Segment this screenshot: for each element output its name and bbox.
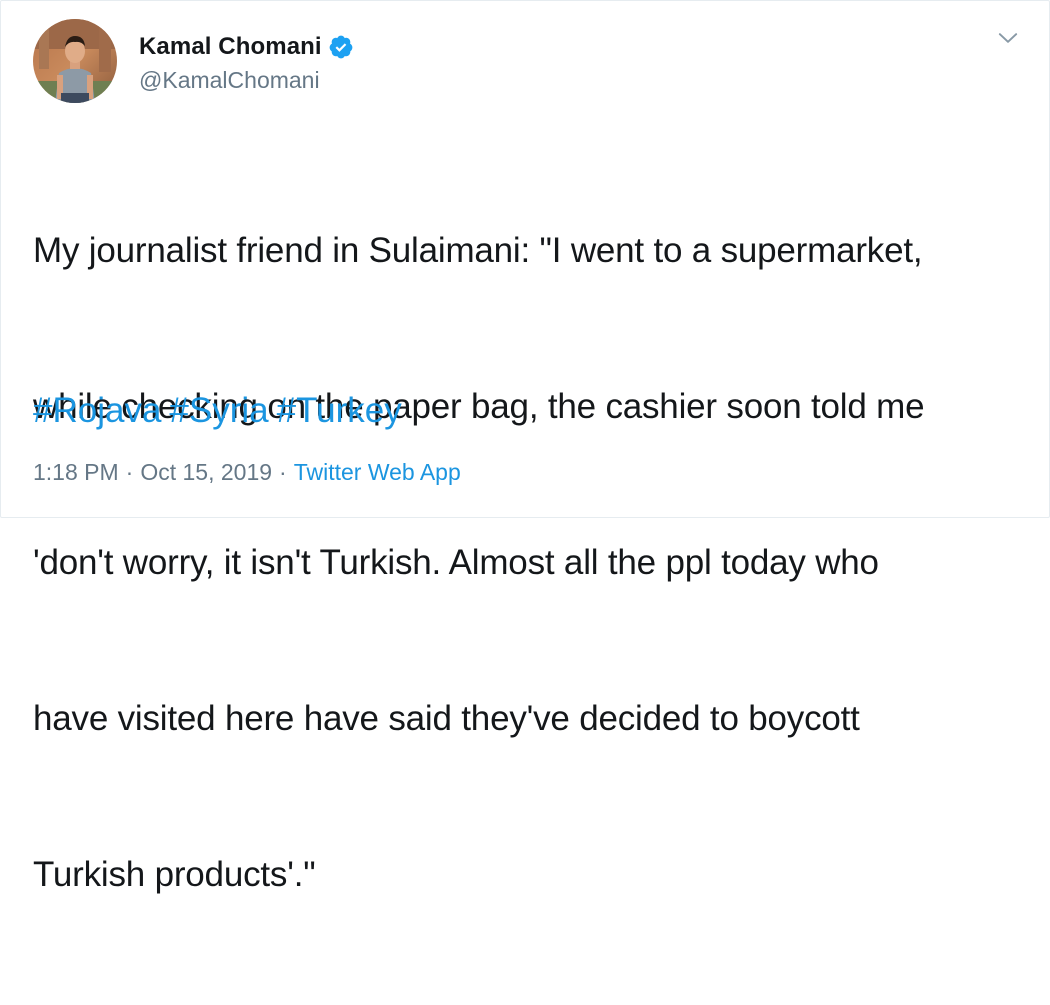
- tweet-card[interactable]: Kamal Chomani @KamalChomani My journalis…: [0, 0, 1050, 894]
- tweet-date[interactable]: Oct 15, 2019: [140, 459, 272, 486]
- name-row: Kamal Chomani: [139, 29, 354, 65]
- tweet-source-link[interactable]: Twitter Web App: [294, 459, 461, 486]
- tweet-text-line: have visited here have said they've deci…: [33, 699, 860, 738]
- tweet-text-line: My journalist friend in Sulaimani: "I we…: [33, 231, 923, 270]
- tweet-time[interactable]: 1:18 PM: [33, 459, 119, 486]
- avatar-photo: [33, 19, 117, 103]
- tweet-text-line: 'don't worry, it isn't Turkish. Almost a…: [33, 543, 879, 582]
- tweet-header: Kamal Chomani @KamalChomani: [33, 17, 354, 105]
- hashtag-link[interactable]: #Turkey: [277, 391, 402, 430]
- chevron-down-icon[interactable]: [995, 25, 1021, 51]
- tweet-text-line: Turkish products'.": [33, 855, 316, 894]
- user-info[interactable]: Kamal Chomani @KamalChomani: [139, 29, 354, 94]
- hashtag-list: #Rojava #Syria #Turkey: [33, 385, 410, 437]
- tweet-metadata: 1:18 PM · Oct 15, 2019 · Twitter Web App: [33, 459, 461, 486]
- display-name[interactable]: Kamal Chomani: [139, 33, 322, 61]
- separator-dot: ·: [125, 459, 134, 485]
- avatar[interactable]: [33, 19, 117, 103]
- verified-badge-icon: [328, 34, 354, 60]
- hashtag-link[interactable]: #Syria: [169, 391, 268, 430]
- separator-dot: ·: [279, 459, 287, 485]
- tweet-text: My journalist friend in Sulaimani: "I we…: [33, 121, 1033, 1005]
- hashtag-link[interactable]: #Rojava: [33, 391, 161, 430]
- user-handle[interactable]: @KamalChomani: [139, 67, 354, 94]
